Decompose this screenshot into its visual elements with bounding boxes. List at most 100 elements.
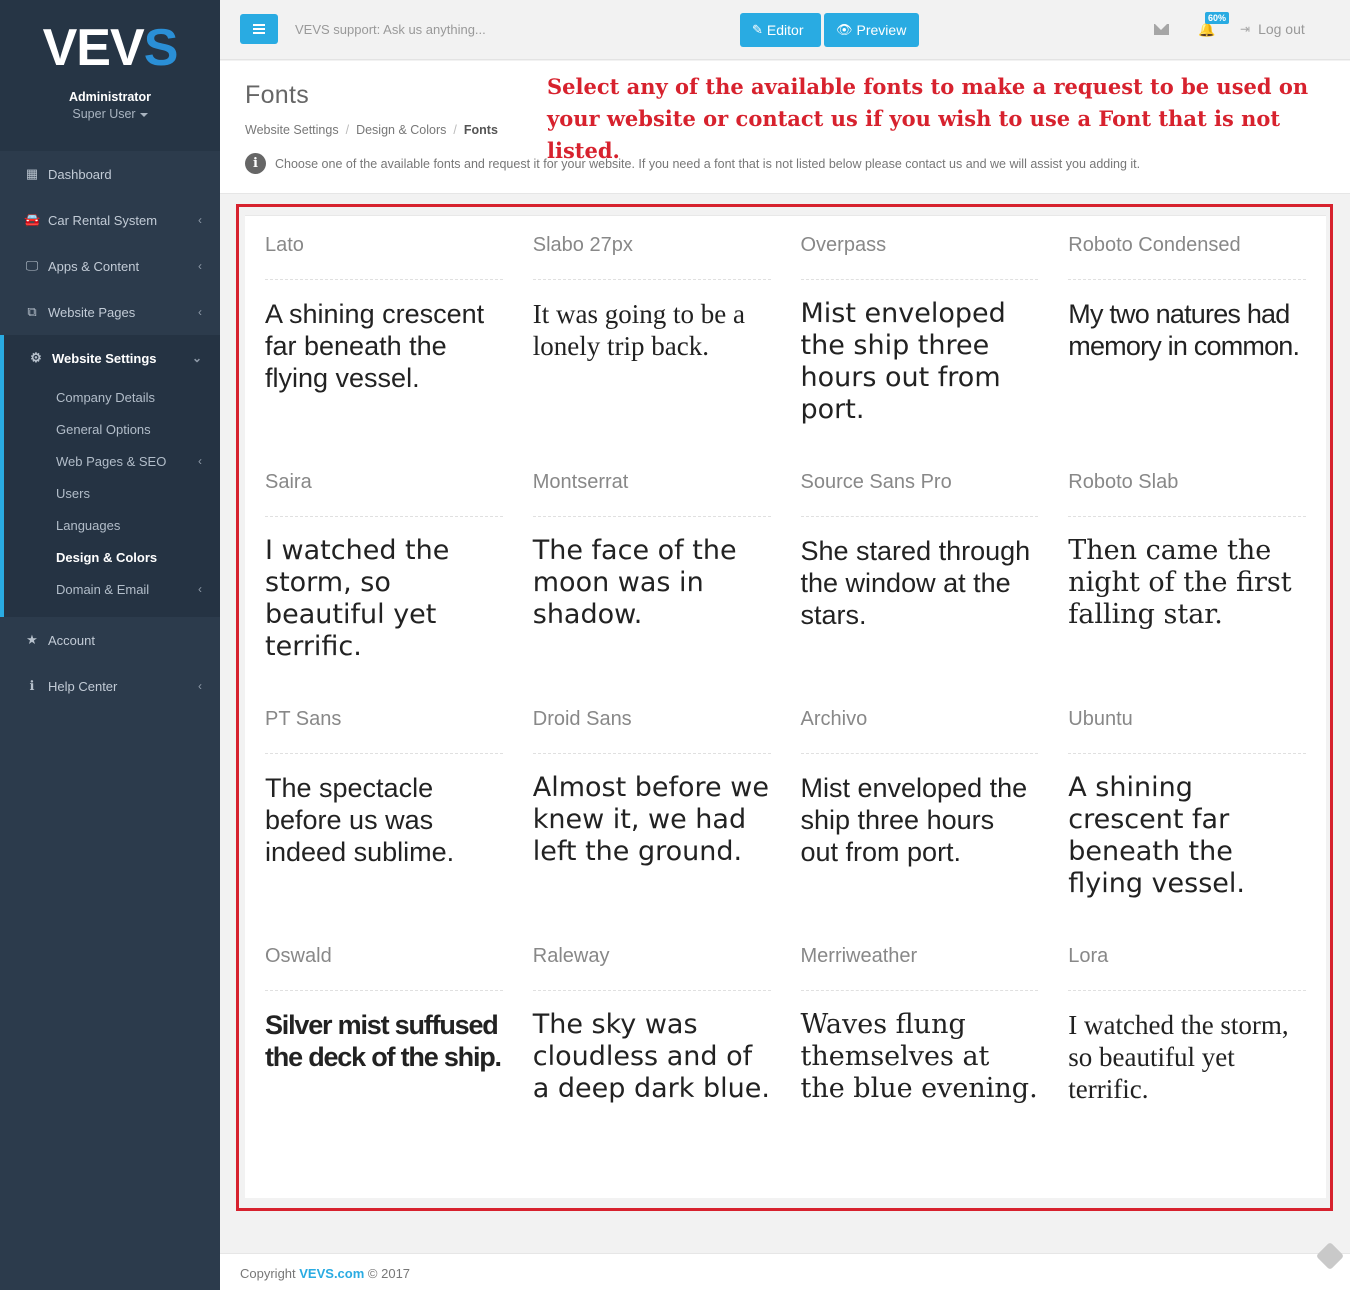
chevron-left-icon: ‹ <box>198 679 202 693</box>
notification-badge: 60% <box>1205 12 1230 24</box>
font-card-divider <box>1068 990 1306 991</box>
font-card-divider <box>800 753 1039 754</box>
sidebar-item-website-settings-group: ⚙ Website Settings ⌄ Company Details Gene… <box>0 335 220 617</box>
font-name: Lato <box>265 234 304 256</box>
vevs-link[interactable]: VEVS.com <box>299 1266 364 1281</box>
font-sample-text: Almost before we knew it, we had left th… <box>532 772 769 867</box>
sidebar-item-help-center[interactable]: ℹ Help Center ‹ <box>0 663 220 709</box>
sidebar-item-label: Website Settings <box>52 350 157 366</box>
submenu-item-languages[interactable]: Languages <box>4 509 220 541</box>
cogs-icon: ⚙ <box>30 350 42 365</box>
font-card[interactable]: Droid Sans Almost before we knew it, we h… <box>532 690 771 927</box>
font-card[interactable]: Saira I watched the storm, so beautiful y… <box>265 453 503 690</box>
font-sample-text: It was going to be a lonely trip back. <box>532 299 745 361</box>
preview-button[interactable]: 👁 Preview <box>824 13 919 47</box>
user-role-dropdown[interactable]: Super User <box>0 107 220 121</box>
submenu-item-general-options[interactable]: General Options <box>4 413 220 445</box>
breadcrumb-separator: / <box>345 123 350 137</box>
feedback-icon[interactable] <box>1315 1241 1345 1271</box>
chevron-left-icon: ‹ <box>198 305 202 319</box>
submenu-item-label: Web Pages & SEO <box>56 453 167 469</box>
sidebar-item-car-rental-system[interactable]: 🚘 Car Rental System ‹ <box>0 197 220 243</box>
info-notice: i Choose one of the available fonts and … <box>245 153 1140 174</box>
font-card[interactable]: Archivo Mist enveloped the ship three hou… <box>800 690 1039 927</box>
breadcrumb: Website Settings / Design & Colors / Fonts <box>245 123 498 137</box>
font-card[interactable]: Roboto Slab Then came the night of the fi… <box>1068 453 1306 690</box>
font-sample-text: A shining crescent far beneath the flyin… <box>265 299 485 393</box>
font-sample-text: My two natures had memory in common. <box>1068 299 1300 361</box>
font-sample-text: The spectacle before us was indeed subli… <box>265 773 455 867</box>
font-card-divider <box>1068 279 1306 280</box>
pages-icon: ⧉ <box>27 304 37 319</box>
breadcrumb-separator: / <box>453 123 457 137</box>
font-card-divider <box>265 753 503 754</box>
font-card[interactable]: Overpass Mist enveloped the ship three ho… <box>800 216 1039 453</box>
font-card-divider <box>265 516 503 517</box>
sidebar-item-website-pages[interactable]: ⧉ Website Pages ‹ <box>0 289 220 335</box>
font-card-divider <box>532 516 771 517</box>
sidebar-item-website-settings[interactable]: ⚙ Website Settings ⌄ <box>4 335 220 381</box>
bell-icon[interactable]: 🔔 <box>1198 22 1215 38</box>
submenu-item-label: Domain & Email <box>56 581 150 597</box>
font-sample-text: Mist enveloped the ship three hours out … <box>800 298 1006 425</box>
font-grid: Lato A shining crescent far beneath the f… <box>245 216 1326 1164</box>
font-name: Archivo <box>800 708 868 730</box>
editor-button[interactable]: ✎ Editor <box>740 13 821 47</box>
font-card[interactable]: Lato A shining crescent far beneath the f… <box>265 216 503 453</box>
page-title: Fonts <box>245 81 310 109</box>
font-card[interactable]: Montserrat The face of the moon was in sh… <box>532 453 771 690</box>
font-sample-text: A shining crescent far beneath the flyin… <box>1068 772 1245 899</box>
submenu-item-company-details[interactable]: Company Details <box>4 381 220 413</box>
font-card[interactable]: Source Sans Pro She stared through the wi… <box>800 453 1039 690</box>
submenu-item-web-pages-seo[interactable]: Web Pages & SEO ‹ <box>4 445 220 477</box>
font-card[interactable]: Oswald Silver mist suffused the deck of t… <box>265 927 503 1164</box>
info-circle-icon: i <box>245 153 266 174</box>
breadcrumb-website-settings[interactable]: Website Settings <box>245 123 339 137</box>
sidebar-item-dashboard[interactable]: ▦ Dashboard <box>0 151 220 197</box>
sidebar-item-label: Dashboard <box>48 166 112 182</box>
font-name: Slabo 27px <box>532 234 633 256</box>
font-card-divider <box>800 990 1039 991</box>
font-name: Droid Sans <box>532 708 632 730</box>
font-name: Raleway <box>532 945 610 967</box>
font-sample-text: The sky was cloudless and of a deep dark… <box>532 1009 770 1104</box>
font-name: PT Sans <box>265 708 342 730</box>
submenu-item-label: Users <box>56 485 90 501</box>
font-card[interactable]: Lora I watched the storm, so beautiful ye… <box>1068 927 1306 1164</box>
star-icon: ★ <box>26 632 38 647</box>
font-card[interactable]: Roboto Condensed My two natures had memor… <box>1068 216 1306 453</box>
font-card-divider <box>265 279 503 280</box>
sidebar-item-apps-content[interactable]: 🖵 Apps & Content ‹ <box>0 243 220 289</box>
sidebar-item-account[interactable]: ★ Account <box>0 617 220 663</box>
sidebar-item-label: Car Rental System <box>48 212 158 228</box>
vevs-logo[interactable]: VEVS <box>0 22 220 74</box>
font-name: Roboto Slab <box>1068 471 1179 493</box>
car-icon: 🚘 <box>24 212 41 227</box>
font-card-divider <box>800 279 1039 280</box>
submenu-item-users[interactable]: Users <box>4 477 220 509</box>
brand-area: VEVS Administrator Super User <box>0 0 220 151</box>
font-card[interactable]: Merriweather Waves flung themselves at th… <box>800 927 1039 1164</box>
submenu-item-domain-email[interactable]: Domain & Email ‹ <box>4 573 220 605</box>
chevron-left-icon: ‹ <box>198 213 202 227</box>
breadcrumb-design-colors[interactable]: Design & Colors <box>356 123 446 137</box>
font-name: Lora <box>1068 945 1109 967</box>
support-link[interactable]: VEVS support: Ask us anything... <box>295 22 486 37</box>
logout-button[interactable]: ⇥ Log out <box>1240 21 1305 37</box>
font-sample-text: Mist enveloped the ship three hours out … <box>800 773 1028 867</box>
logo-accent: S <box>143 19 179 77</box>
font-card[interactable]: PT Sans The spectacle before us was indee… <box>265 690 503 927</box>
font-card[interactable]: Ubuntu A shining crescent far beneath the… <box>1068 690 1306 927</box>
pencil-icon: ✎ <box>752 22 763 37</box>
submenu-item-design-colors[interactable]: Design & Colors <box>4 541 220 573</box>
font-card-divider <box>532 753 771 754</box>
font-card[interactable]: Raleway The sky was cloudless and of a de… <box>532 927 771 1164</box>
font-name: Ubuntu <box>1068 708 1133 730</box>
font-name: Oswald <box>265 945 332 967</box>
menu-toggle-button[interactable] <box>240 14 278 44</box>
hamburger-icon <box>253 24 265 34</box>
copyright-prefix: Copyright <box>240 1266 296 1281</box>
font-card[interactable]: Slabo 27px It was going to be a lonely tr… <box>532 216 771 453</box>
font-sample-text: I watched the storm, so beautiful yet te… <box>265 535 450 662</box>
envelope-icon[interactable] <box>1154 24 1169 35</box>
